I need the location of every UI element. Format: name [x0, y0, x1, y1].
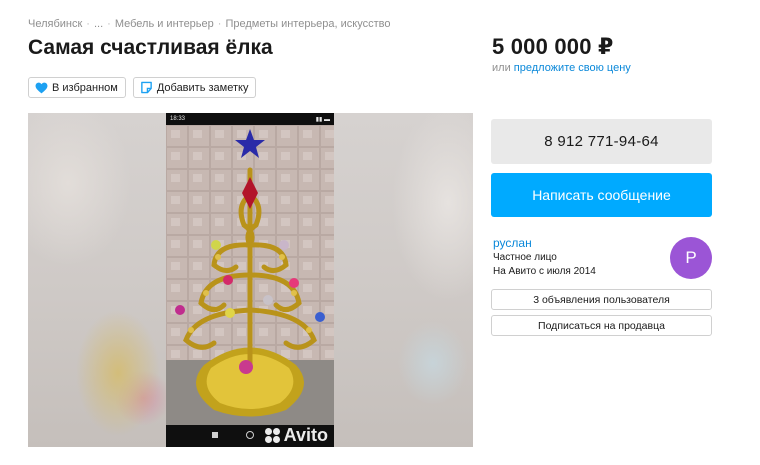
breadcrumb-separator: ·: [107, 18, 111, 30]
price-offer-prefix: или: [492, 62, 511, 74]
show-phone-button[interactable]: 8 912 771-94-64: [491, 119, 712, 164]
breadcrumb-ellipsis[interactable]: ...: [94, 18, 103, 30]
home-icon: [246, 431, 254, 439]
favorite-label: В избранном: [52, 81, 118, 94]
favorite-button[interactable]: В избранном: [28, 77, 126, 98]
breadcrumb-category[interactable]: Мебель и интерьер: [115, 18, 214, 30]
offer-price-link[interactable]: предложите свою цену: [514, 62, 631, 74]
listing-actions: В избранном Добавить заметку: [28, 77, 257, 98]
breadcrumb-city[interactable]: Челябинск: [28, 18, 82, 30]
price: 5 000 000 ₽: [492, 34, 614, 59]
battery-icon: ▮▮ ▬: [315, 117, 330, 123]
phone-nav-bar: Avito: [166, 425, 334, 447]
add-note-label: Добавить заметку: [156, 81, 249, 94]
write-message-button[interactable]: Написать сообщение: [491, 173, 712, 217]
christmas-tree-photo: [166, 125, 334, 425]
status-time: 18:33: [170, 116, 186, 122]
note-icon: [140, 81, 153, 94]
recent-apps-icon: [212, 432, 218, 438]
seller-name-link[interactable]: руслан: [493, 236, 532, 250]
subscribe-seller-button[interactable]: Подписаться на продавца: [491, 315, 712, 336]
avito-watermark: Avito: [264, 425, 328, 446]
watermark-text: Avito: [283, 425, 328, 445]
photo-gallery[interactable]: 18:33 ▮▮ ▬ Avito: [28, 113, 473, 447]
heart-icon: [35, 81, 48, 94]
breadcrumb: Челябинск ·... · Мебель и интерьер · Предметы…: [28, 18, 390, 30]
seller-ads-button[interactable]: 3 объявления пользователя: [491, 289, 712, 310]
main-photo[interactable]: 18:33 ▮▮ ▬ Avito: [166, 113, 334, 447]
price-offer: или предложите свою цену: [492, 62, 631, 74]
phone-status-bar: 18:33 ▮▮ ▬: [166, 113, 334, 125]
page-title: Самая счастливая ёлка: [28, 36, 273, 59]
seller-since: На Авито с июля 2014: [493, 266, 596, 277]
breadcrumb-separator: ·: [86, 18, 90, 30]
seller-avatar[interactable]: P: [670, 237, 712, 279]
avito-logo-icon: [264, 428, 281, 443]
add-note-button[interactable]: Добавить заметку: [132, 77, 257, 98]
breadcrumb-subcategory[interactable]: Предметы интерьера, искусство: [225, 18, 390, 30]
seller-type: Частное лицо: [493, 252, 557, 263]
breadcrumb-separator: ·: [217, 18, 222, 30]
